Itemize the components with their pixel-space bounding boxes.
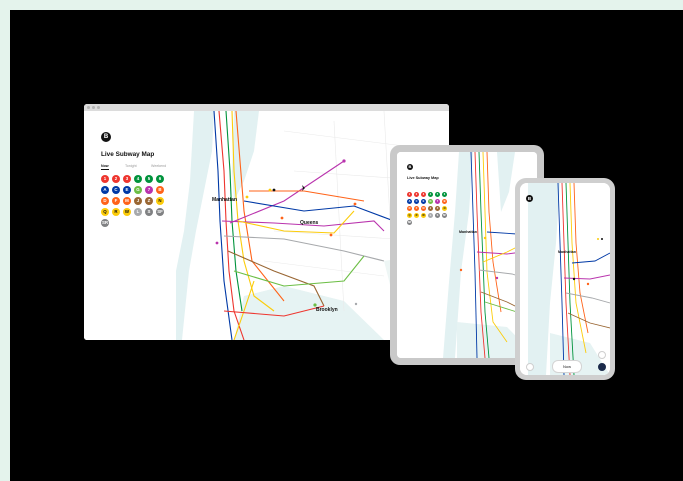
window-minimize-dot[interactable]: [92, 106, 95, 109]
phone-search-icon[interactable]: [526, 363, 534, 371]
phone-user-icon[interactable]: [598, 351, 606, 359]
route-badge-r[interactable]: R: [112, 208, 120, 216]
route-badge-a[interactable]: A: [407, 199, 412, 204]
route-badge-5[interactable]: 5: [435, 192, 440, 197]
time-tabs: Now Tonight Weekend: [101, 164, 171, 172]
route-badge-2[interactable]: 2: [112, 175, 120, 183]
route-badge-r[interactable]: R: [414, 213, 419, 218]
sidebar-panel: B Live Subway Map Now Tonight Weekend 12…: [84, 111, 176, 340]
route-badge-4[interactable]: 4: [428, 192, 433, 197]
route-badge-e[interactable]: E: [421, 199, 426, 204]
route-badge-3[interactable]: 3: [421, 192, 426, 197]
product-stage: Manhattan Queens Brooklyn B Live Subway …: [10, 10, 683, 481]
route-badge-z[interactable]: Z: [145, 197, 153, 205]
window-maximize-dot[interactable]: [97, 106, 100, 109]
route-badge-l[interactable]: L: [428, 213, 433, 218]
route-badge-f[interactable]: F: [414, 206, 419, 211]
route-badge-3[interactable]: 3: [123, 175, 131, 183]
route-badge-c[interactable]: C: [112, 186, 120, 194]
route-badge-m[interactable]: M: [421, 206, 426, 211]
route-badge-w[interactable]: W: [421, 213, 426, 218]
route-badge-q[interactable]: Q: [407, 213, 412, 218]
route-badge-n[interactable]: N: [156, 197, 164, 205]
route-badge-2[interactable]: 2: [414, 192, 419, 197]
tablet-app-logo-icon[interactable]: B: [407, 164, 413, 170]
route-badge-f[interactable]: F: [112, 197, 120, 205]
route-badge-m[interactable]: M: [123, 197, 131, 205]
route-badge-j[interactable]: J: [134, 197, 142, 205]
route-badge-j[interactable]: J: [428, 206, 433, 211]
phone-map-label-manhattan: Manhattan: [558, 250, 576, 254]
route-badge-d[interactable]: D: [101, 197, 109, 205]
route-badge-g[interactable]: G: [134, 186, 142, 194]
tablet-map-label-manhattan: Manhattan: [459, 230, 477, 234]
route-badge-1[interactable]: 1: [101, 175, 109, 183]
route-badge-6[interactable]: 6: [156, 175, 164, 183]
map-label-queens: Queens: [300, 220, 319, 226]
route-badge-sr[interactable]: SR: [101, 219, 109, 227]
route-badge-4[interactable]: 4: [134, 175, 142, 183]
route-badge-a[interactable]: A: [101, 186, 109, 194]
route-badge-s[interactable]: S: [435, 213, 440, 218]
phone-location-icon[interactable]: [598, 363, 606, 371]
window-close-dot[interactable]: [87, 106, 90, 109]
map-label-manhattan: Manhattan: [212, 197, 237, 203]
route-badge-sf[interactable]: SF: [156, 208, 164, 216]
route-badge-7[interactable]: 7: [145, 186, 153, 194]
route-badge-w[interactable]: W: [123, 208, 131, 216]
route-badge-1[interactable]: 1: [407, 192, 412, 197]
browser-titlebar: [84, 104, 449, 111]
phone-screen: Manhattan B Now: [520, 183, 610, 375]
route-badge-6[interactable]: 6: [442, 192, 447, 197]
phone-subway-map[interactable]: Manhattan: [520, 183, 610, 375]
route-badge-7[interactable]: 7: [435, 199, 440, 204]
route-badge-b[interactable]: B: [156, 186, 164, 194]
tab-weekend[interactable]: Weekend: [151, 164, 166, 168]
app-logo-icon[interactable]: B: [101, 132, 111, 142]
phone-app-logo-icon[interactable]: B: [526, 195, 533, 202]
tablet-sidebar-panel: B Live Subway Map 123456ACEG7BDFMJZNQRWL…: [397, 152, 447, 262]
route-badge-sf[interactable]: SF: [442, 213, 447, 218]
route-badge-l[interactable]: L: [134, 208, 142, 216]
route-badge-c[interactable]: C: [414, 199, 419, 204]
route-badge-s[interactable]: S: [145, 208, 153, 216]
phone-now-button[interactable]: Now: [552, 360, 582, 373]
app-title: Live Subway Map: [101, 151, 155, 158]
route-badge-d[interactable]: D: [407, 206, 412, 211]
phone-device: Manhattan B Now: [515, 178, 615, 380]
route-badge-e[interactable]: E: [123, 186, 131, 194]
route-badge-b[interactable]: B: [442, 199, 447, 204]
route-badge-q[interactable]: Q: [101, 208, 109, 216]
route-badge-z[interactable]: Z: [435, 206, 440, 211]
tablet-app-title: Live Subway Map: [407, 176, 439, 180]
tab-tonight[interactable]: Tonight: [125, 164, 137, 168]
route-badge-n[interactable]: N: [442, 206, 447, 211]
route-badge-g[interactable]: G: [428, 199, 433, 204]
route-badge-5[interactable]: 5: [145, 175, 153, 183]
map-label-brooklyn: Brooklyn: [316, 307, 338, 313]
route-badge-sr[interactable]: SR: [407, 220, 412, 225]
tab-now[interactable]: Now: [101, 164, 109, 170]
